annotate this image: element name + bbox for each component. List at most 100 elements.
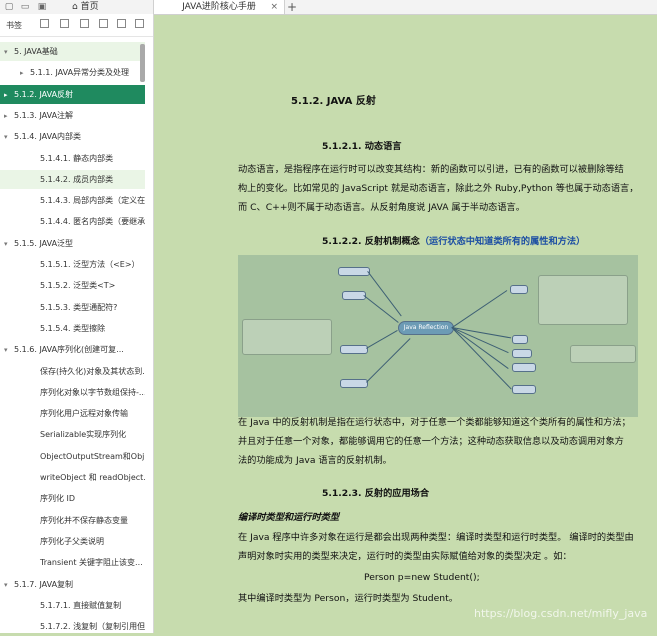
toc-item[interactable]: ▾ 5.1.5. JAVA泛型 [0, 234, 145, 253]
toc-toggle-icon[interactable]: ▸ [4, 107, 14, 125]
toc-item-label: 5.1.4.3. 局部内部类（定义在... [40, 196, 145, 206]
subsection-heading-text: 5.1.2.2. 反射机制概念 [322, 236, 420, 247]
sidebar-scrollbar[interactable] [140, 44, 145, 82]
toc-item[interactable]: 保存(持久化)对象及其状态到... [0, 362, 145, 381]
close-tab-icon[interactable]: × [270, 0, 278, 14]
mindmap-edge [363, 295, 399, 323]
toc-item[interactable]: ▸ 5.1.1. JAVA异常分类及处理 [0, 63, 145, 82]
toc-item[interactable]: 5.1.5.2. 泛型类<T> [0, 276, 145, 295]
section-heading: 5.1.2. JAVA 反射 [291, 96, 376, 107]
mindmap-node [340, 379, 368, 388]
watermark: https://blog.csdn.net/mifly_java [474, 607, 648, 620]
toc-item-label: 序列化对象以字节数组保持-... [40, 387, 145, 397]
toc-toggle-icon[interactable]: ▸ [20, 64, 30, 82]
bookmark-icon[interactable] [99, 19, 108, 28]
toc-item[interactable]: Transient 关键字阻止该变... [0, 553, 145, 572]
tab-document-label: JAVA进阶核心手册 [182, 2, 256, 12]
toc-item-label: 5.1.4.4. 匿名内部类（要继承... [40, 217, 145, 227]
toc-item-label: 5.1.5. JAVA泛型 [14, 238, 74, 248]
settings-icon[interactable] [135, 19, 144, 28]
mindmap-edge [452, 290, 508, 328]
toc-item-label: 5.1.5.3. 类型通配符? [40, 302, 118, 312]
sub-subheading: 编译时类型和运行时类型 [238, 512, 340, 523]
mindmap-node [512, 349, 532, 358]
toc-item-label: writeObject 和 readObject... [40, 473, 145, 482]
collapse-all-icon[interactable] [60, 19, 69, 28]
paragraph-line: 声明对象时实用的类型来决定，运行时的类型由实际赋值给对象的类型决定 。如： [238, 551, 572, 562]
tab-home[interactable]: ⌂ 首页 [72, 0, 99, 14]
mindmap-node [510, 285, 528, 294]
toc-item-label: 5.1.7.2. 浅复制（复制引用但... [40, 622, 145, 632]
delete-icon[interactable] [117, 19, 126, 28]
toc-item[interactable]: 5.1.4.2. 成员内部类 [0, 169, 145, 189]
toc-item[interactable]: 5.1.4.1. 静态内部类 [0, 149, 145, 168]
toc-toggle-icon[interactable]: ▾ [4, 576, 14, 594]
toc-toggle-icon[interactable]: ▾ [4, 128, 14, 146]
new-tab-button[interactable]: + [287, 0, 297, 14]
toc-item-label: Transient 关键字阻止该变... [40, 558, 143, 568]
toc-item[interactable]: 5.1.5.1. 泛型方法（<E>） [0, 255, 145, 274]
paragraph-line: 而 C、C++则不属于动态语言。从反射角度说 JAVA 属于半动态语言。 [238, 202, 525, 213]
toc-item[interactable]: 5.1.7.2. 浅复制（复制引用但... [0, 617, 145, 636]
paragraph-line: 在 Java 程序中许多对象在运行是都会出现两种类型：编译时类型和运行时类型。 … [238, 532, 634, 543]
toc-item[interactable]: ▸ 5.1.2. JAVA反射 [0, 84, 145, 104]
mindmap-note [242, 319, 332, 355]
toc-item[interactable]: 序列化对象以字节数组保持-... [0, 383, 145, 402]
paragraph-line: 其中编译时类型为 Person，运行时类型为 Student。 [238, 593, 458, 604]
toc-item-label: 5.1.7. JAVA复制 [14, 579, 74, 589]
mindmap-center-label: Java Reflection [403, 324, 449, 331]
toc-item[interactable]: 序列化并不保存静态变量 [0, 511, 145, 530]
toc-item[interactable]: ▾ 5.1.4. JAVA内部类 [0, 127, 145, 146]
toc-item[interactable]: writeObject 和 readObject... [0, 468, 145, 487]
save-icon[interactable]: ▣ [37, 2, 47, 12]
toc-item-label: 序列化子父类说明 [40, 536, 104, 546]
folder-icon[interactable]: ▭ [20, 2, 30, 12]
toc-item-label: 序列化用户远程对象传输 [40, 409, 128, 419]
toc-toggle-icon[interactable]: ▾ [4, 341, 14, 359]
toc-toggle-icon[interactable]: ▸ [4, 86, 14, 104]
mindmap-node [340, 345, 368, 354]
toc-item-label: 5.1.5.2. 泛型类<T> [40, 281, 116, 291]
toc-item-label: 5.1.5.4. 类型擦除 [40, 323, 106, 333]
toc-item-label: 5.1.7.1. 直接赋值复制 [40, 600, 122, 610]
toc-item-label: Serializable实现序列化 [40, 430, 127, 440]
code-example: Person p=new Student(); [364, 572, 480, 583]
toc-item[interactable]: 5.1.5.4. 类型擦除 [0, 319, 145, 338]
reflection-mindmap-image: Java Reflection [238, 255, 638, 417]
bookmark-sidebar: 书签 ▾ 5. JAVA基础 ▸ 5.1.1. JAVA异常分类及处理 ▸ 5.1.2. … [0, 14, 154, 633]
paragraph-line: 法的功能成为 Java 语言的反射机制。 [238, 455, 392, 466]
home-button-icon[interactable]: ▢ [4, 2, 14, 12]
toc-item[interactable]: ObjectOutputStream和Obj... [0, 447, 145, 466]
toc-item[interactable]: ▾ 5.1.6. JAVA序列化(创建可复... [0, 340, 145, 359]
toc-item-label: 5.1.4.2. 成员内部类 [40, 174, 114, 184]
toc-item[interactable]: ▸ 5.1.3. JAVA注解 [0, 106, 145, 125]
add-bookmark-icon[interactable] [80, 19, 89, 28]
toc-item-label: 5.1.3. JAVA注解 [14, 110, 74, 120]
toc-item[interactable]: 序列化 ID [0, 489, 145, 508]
toc-item[interactable]: 5.1.4.3. 局部内部类（定义在... [0, 191, 145, 210]
paragraph-line: 并且对于任意一个对象，都能够调用它的任意一个方法；这种动态获取信息以及动态调用对… [238, 436, 624, 447]
toc-toggle-icon[interactable]: ▾ [4, 43, 14, 61]
document-page: 5.1.2. JAVA 反射 5.1.2.1. 动态语言 动态语言，是指程序在运… [154, 15, 657, 633]
toc-item[interactable]: 5.1.4.4. 匿名内部类（要继承... [0, 212, 145, 231]
subsection-heading-applications: 5.1.2.3. 反射的应用场合 [322, 488, 430, 499]
toc-item[interactable]: 序列化子父类说明 [0, 532, 145, 551]
mindmap-node [512, 385, 536, 394]
toc-item-label: 5.1.2. JAVA反射 [14, 89, 74, 99]
toc-item[interactable]: Serializable实现序列化 [0, 425, 145, 444]
toc-toggle-icon[interactable]: ▾ [4, 235, 14, 253]
paragraph-line: 在 Java 中的反射机制是指在运行状态中，对于任意一个类都能够知道这个类所有的… [238, 417, 631, 428]
toc-item[interactable]: ▾ 5.1.7. JAVA复制 [0, 575, 145, 594]
toc-item[interactable]: 5.1.5.3. 类型通配符? [0, 298, 145, 317]
subsection-heading-note: （运行状态中知道类所有的属性和方法） [419, 236, 586, 247]
subsection-heading-dynamic-language: 5.1.2.1. 动态语言 [322, 141, 402, 152]
toc-item-label: 5.1.4.1. 静态内部类 [40, 153, 114, 163]
toc-item[interactable]: ▾ 5. JAVA基础 [0, 42, 145, 61]
toc-item-label: ObjectOutputStream和Obj... [40, 451, 145, 461]
toc-item[interactable]: 序列化用户远程对象传输 [0, 404, 145, 423]
expand-all-icon[interactable] [40, 19, 49, 28]
tab-document[interactable]: JAVA进阶核心手册 × [153, 0, 285, 14]
mindmap-node [338, 267, 370, 276]
toc-item[interactable]: 5.1.7.1. 直接赋值复制 [0, 596, 145, 615]
toc-item-label: 5.1.4. JAVA内部类 [14, 132, 82, 142]
